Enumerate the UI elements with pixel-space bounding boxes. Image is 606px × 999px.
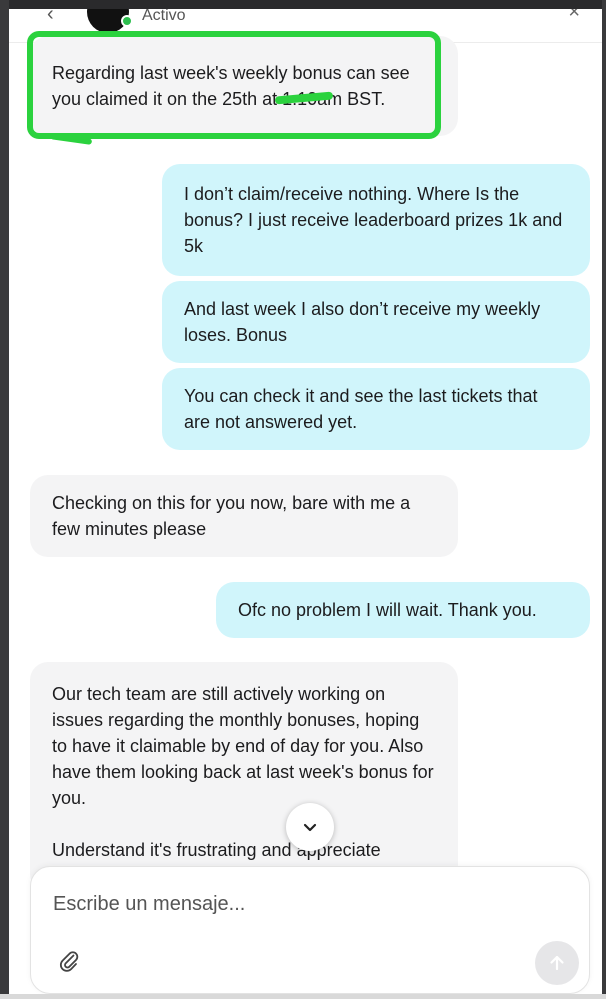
header-status: Activo <box>142 9 186 24</box>
user-message: And last week I also don’t receive my we… <box>162 281 590 363</box>
screen-edge-bottom <box>0 994 606 999</box>
message-text: You can check it and see the last ticket… <box>184 386 538 432</box>
message-input[interactable] <box>53 889 523 919</box>
user-message: Ofc no problem I will wait. Thank you. <box>216 582 590 638</box>
chevron-left-icon[interactable]: ‹ <box>47 9 65 25</box>
screen-edge-top <box>0 0 606 9</box>
screen-edge-left <box>0 0 9 999</box>
paperclip-icon[interactable] <box>57 949 81 973</box>
send-button[interactable] <box>535 941 579 985</box>
agent-message: Our tech team are still actively working… <box>30 662 458 892</box>
close-icon[interactable]: × <box>568 9 580 24</box>
message-text: Our tech team are still actively working… <box>52 684 434 808</box>
message-text: Understand it's frustrating and apprecia… <box>52 840 381 860</box>
message-composer <box>30 866 590 994</box>
message-text: And last week I also don’t receive my we… <box>184 299 541 345</box>
highlight-annotation <box>27 31 441 139</box>
message-text: Ofc no problem I will wait. Thank you. <box>238 600 537 620</box>
scroll-down-button[interactable] <box>286 803 334 851</box>
online-status-dot <box>121 15 133 27</box>
chevron-down-icon <box>303 823 317 832</box>
message-text: Checking on this for you now, bare with … <box>52 493 411 539</box>
agent-message: Checking on this for you now, bare with … <box>30 475 458 557</box>
arrow-up-icon <box>550 955 564 971</box>
message-text: I don’t claim/receive nothing. Where Is … <box>184 184 563 256</box>
user-message: I don’t claim/receive nothing. Where Is … <box>162 164 590 276</box>
user-message: You can check it and see the last ticket… <box>162 368 590 450</box>
screen-edge-right <box>602 0 606 999</box>
